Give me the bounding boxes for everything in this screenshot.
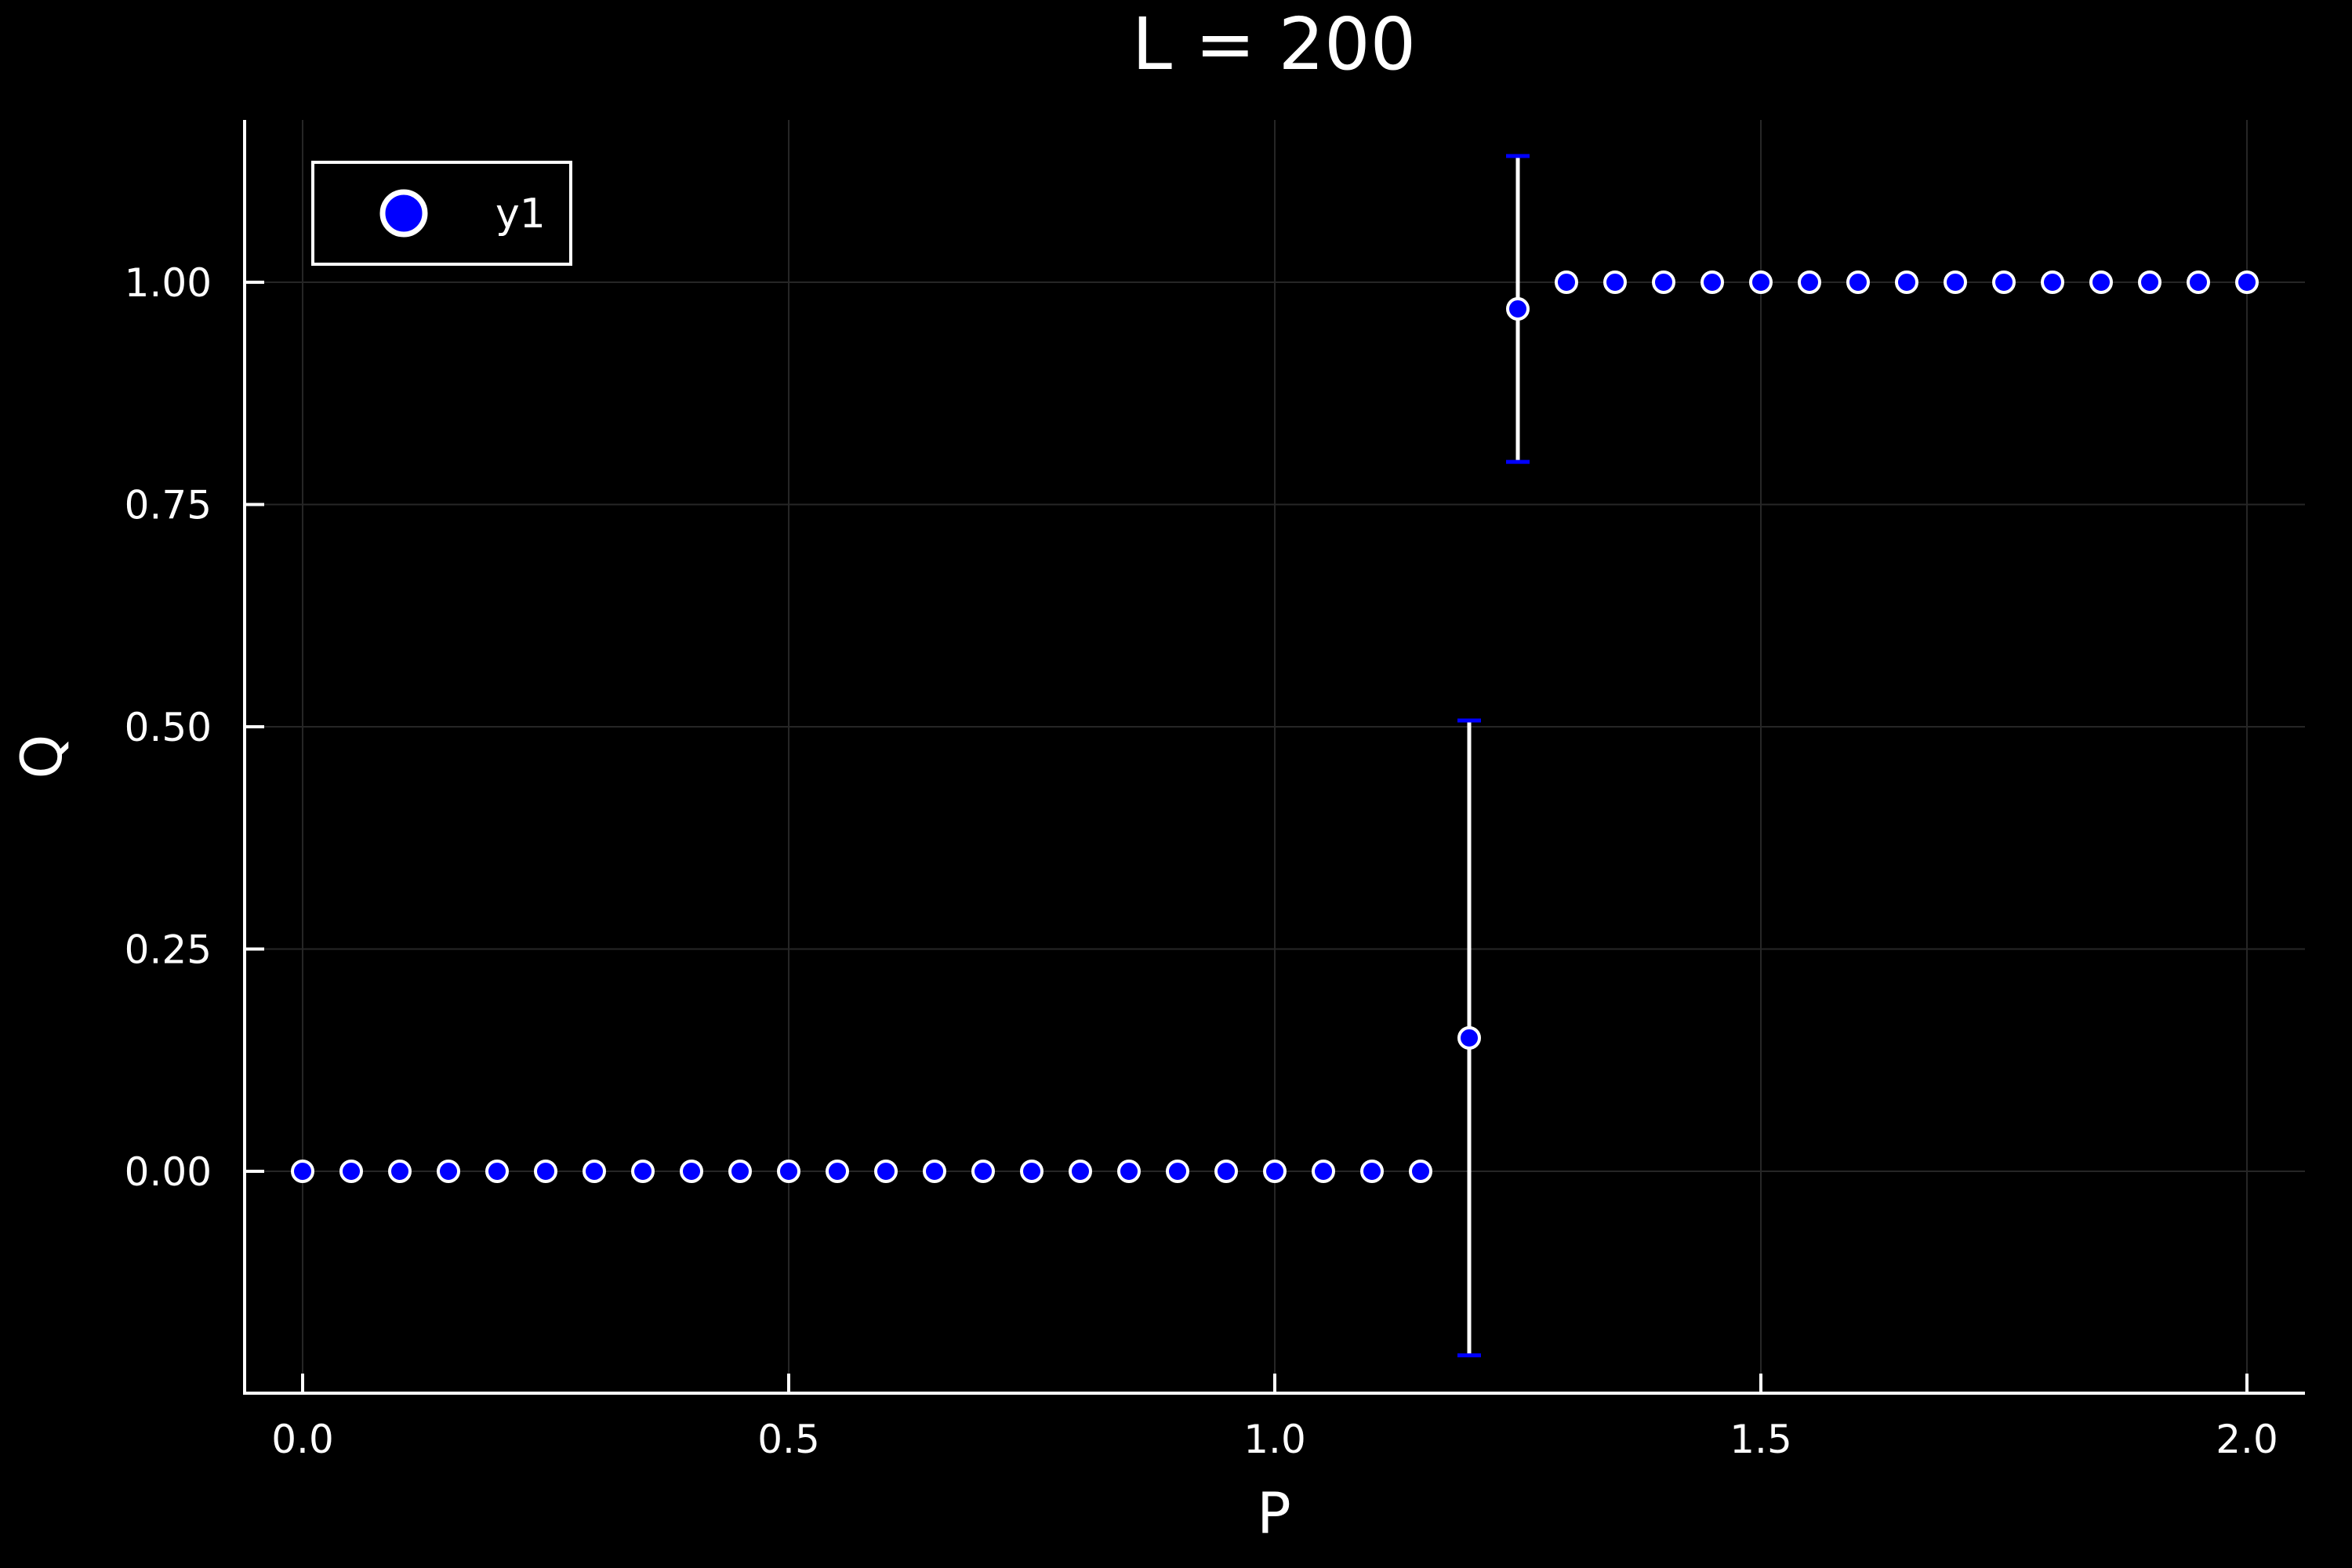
data-point xyxy=(1944,270,1967,294)
data-point xyxy=(2235,270,2259,294)
data-point xyxy=(2187,270,2210,294)
y-tick-label: 0.00 xyxy=(125,1149,212,1195)
data-point xyxy=(1069,1160,1092,1183)
data-point xyxy=(1798,270,1821,294)
data-point xyxy=(1895,270,1918,294)
data-point xyxy=(1749,270,1773,294)
data-point xyxy=(2041,270,2064,294)
x-tick-label: 2.0 xyxy=(2216,1417,2278,1462)
data-point xyxy=(826,1160,849,1183)
data-point xyxy=(1603,270,1627,294)
data-point xyxy=(485,1160,509,1183)
data-point xyxy=(1700,270,1724,294)
data-point xyxy=(2089,270,2113,294)
data-point xyxy=(291,1160,314,1183)
data-point xyxy=(874,1160,898,1183)
y-tick-label: 0.25 xyxy=(125,927,212,973)
data-point xyxy=(1020,1160,1044,1183)
data-point xyxy=(631,1160,655,1183)
data-point xyxy=(1409,1160,1432,1183)
data-point xyxy=(1457,1025,1481,1050)
data-point xyxy=(1214,1160,1238,1183)
data-point xyxy=(1652,270,1675,294)
x-tick-label: 0.0 xyxy=(271,1417,334,1462)
data-point xyxy=(534,1160,557,1183)
data-point xyxy=(971,1160,995,1183)
data-point xyxy=(1312,1160,1335,1183)
chart-title: L = 200 xyxy=(1132,2,1416,86)
data-point xyxy=(1166,1160,1189,1183)
x-tick-label: 1.0 xyxy=(1243,1417,1306,1462)
legend-label: y1 xyxy=(495,191,546,238)
data-point xyxy=(2138,270,2161,294)
y-axis-label: Q xyxy=(9,735,74,779)
y-tick-label: 0.75 xyxy=(125,483,212,528)
data-point xyxy=(339,1160,363,1183)
data-point xyxy=(923,1160,946,1183)
data-point xyxy=(728,1160,752,1183)
data-point xyxy=(437,1160,460,1183)
legend-marker xyxy=(379,189,428,238)
y-tick-label: 0.50 xyxy=(125,705,212,750)
x-axis-label: P xyxy=(1257,1480,1290,1546)
data-point xyxy=(1846,270,1870,294)
x-tick-label: 1.5 xyxy=(1730,1417,1792,1462)
data-point xyxy=(777,1160,800,1183)
y-tick-label: 1.00 xyxy=(125,260,212,306)
data-point xyxy=(1117,1160,1141,1183)
data-point xyxy=(1360,1160,1384,1183)
data-point xyxy=(1506,297,1530,321)
data-point xyxy=(583,1160,606,1183)
x-tick-label: 0.5 xyxy=(757,1417,820,1462)
data-point xyxy=(680,1160,703,1183)
legend: y1 xyxy=(311,161,572,266)
data-point xyxy=(1992,270,2016,294)
data-point xyxy=(1263,1160,1287,1183)
data-point xyxy=(388,1160,412,1183)
chart: L = 200 0.0 0.5 1.0 1.5 2.0 0.00 0.25 0.50 0.75 1… xyxy=(0,0,2352,1568)
data-point xyxy=(1555,270,1578,294)
